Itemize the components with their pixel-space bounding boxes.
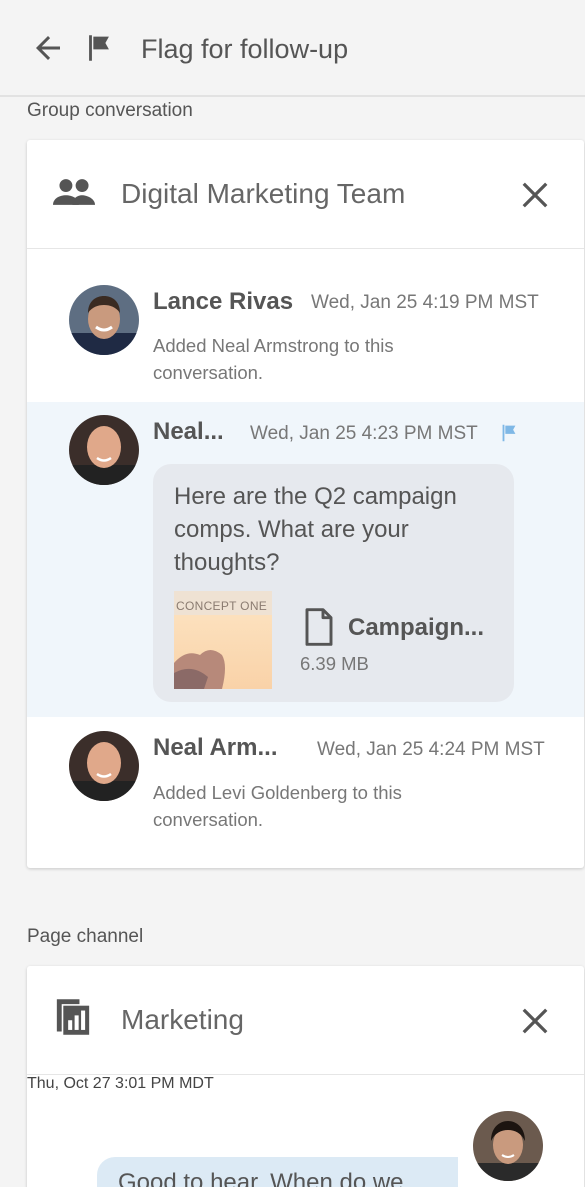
message-row[interactable]: Lance Rivas Wed, Jan 25 4:19 PM MST Adde…: [27, 250, 584, 402]
arrow-left-icon[interactable]: [30, 30, 66, 66]
sender-name[interactable]: Lance Rivas: [153, 287, 293, 317]
message-bubble[interactable]: Here are the Q2 campaign comps. What are…: [153, 464, 514, 702]
system-message: Added Levi Goldenberg to this conversati…: [153, 782, 402, 830]
attachment-name[interactable]: Campaign...: [348, 614, 484, 642]
timestamp: Wed, Jan 25 4:23 PM MST: [250, 423, 478, 444]
close-icon[interactable]: [520, 1006, 550, 1036]
page-channel-card[interactable]: Marketing Thu, Oct 27 3:01 PM MDT Good t…: [27, 966, 584, 1187]
avatar[interactable]: [69, 731, 139, 801]
card-header: Marketing: [27, 966, 584, 1075]
people-icon: [53, 179, 95, 205]
timestamp: Wed, Jan 25 4:24 PM MST: [317, 739, 545, 760]
message-row-flagged[interactable]: Neal... Wed, Jan 25 4:23 PM MST Here are…: [27, 402, 584, 717]
system-message: Added Neal Armstrong to this conversatio…: [153, 335, 394, 383]
close-icon[interactable]: [520, 180, 550, 210]
channel-title: Marketing: [121, 1004, 244, 1035]
section-label-group: Group conversation: [27, 100, 193, 121]
message-text: Good to hear. When do we: [118, 1169, 404, 1187]
sender-name[interactable]: Neal Arm...: [153, 733, 278, 763]
avatar[interactable]: [473, 1111, 543, 1181]
card-header: Digital Marketing Team: [27, 140, 584, 249]
group-conversation-card[interactable]: Digital Marketing Team Lance Rivas Wed, …: [27, 140, 584, 868]
timestamp: Wed, Jan 25 4:19 PM MST: [311, 292, 539, 313]
flag-icon: [89, 35, 109, 61]
attachment-thumbnail[interactable]: CONCEPT ONE: [174, 591, 272, 689]
attachment-size: 6.39 MB: [300, 653, 369, 674]
message-text: Here are the Q2 campaign comps. What are…: [174, 483, 457, 576]
thumbnail-caption: CONCEPT ONE: [176, 599, 268, 613]
message-bubble[interactable]: Good to hear. When do we: [97, 1157, 458, 1187]
page-chart-icon: [56, 999, 90, 1035]
flag-icon[interactable]: [498, 422, 520, 444]
avatar[interactable]: [69, 415, 139, 485]
section-label-page: Page channel: [27, 926, 144, 947]
sender-name[interactable]: Neal...: [153, 417, 224, 447]
conversation-title: Digital Marketing Team: [121, 178, 406, 209]
document-icon: [305, 608, 333, 646]
avatar[interactable]: [69, 285, 139, 355]
top-bar: Flag for follow-up: [0, 0, 585, 97]
timestamp: Thu, Oct 27 3:01 PM MDT: [27, 1075, 214, 1092]
page-title: Flag for follow-up: [141, 34, 349, 64]
message-row[interactable]: Neal Arm... Wed, Jan 25 4:24 PM MST Adde…: [27, 717, 584, 867]
